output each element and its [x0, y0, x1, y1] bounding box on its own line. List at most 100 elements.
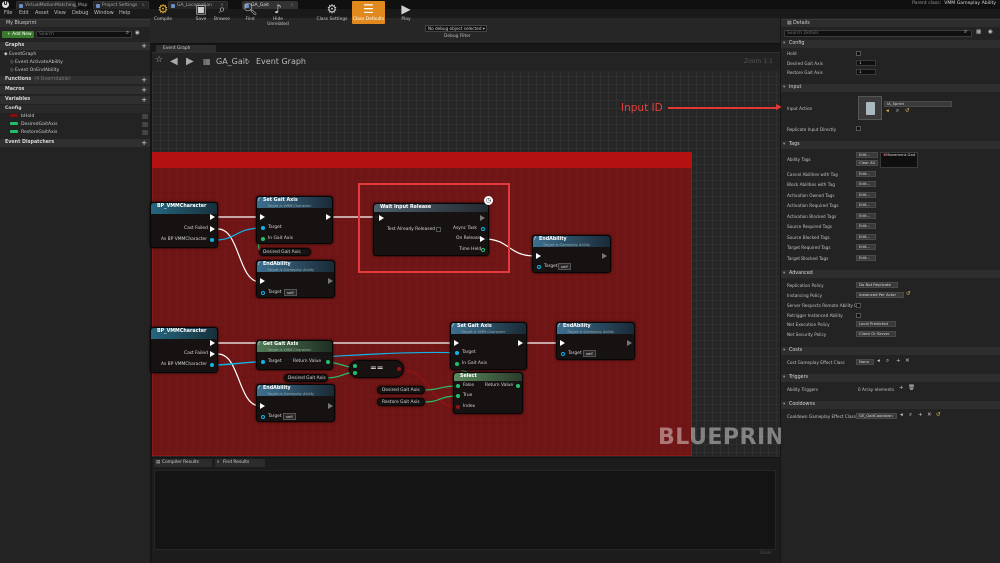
section-triggers[interactable]: Triggers: [781, 374, 1000, 382]
exec-pin[interactable]: [210, 351, 215, 357]
input-action-select[interactable]: IA_Sprint: [884, 101, 952, 107]
object-pin[interactable]: [261, 291, 265, 295]
section-input[interactable]: Input: [781, 84, 1000, 92]
browse-icon[interactable]: ⌕: [909, 412, 912, 419]
tag-edit-button[interactable]: Edit...: [856, 223, 876, 229]
float-pin[interactable]: [456, 394, 460, 398]
self-value[interactable]: self: [283, 413, 296, 420]
exec-wire: [217, 228, 261, 283]
exec-pin[interactable]: [210, 340, 215, 346]
details-search-input[interactable]: Search Details: [784, 30, 972, 37]
section-config[interactable]: Config: [781, 40, 1000, 48]
reset-icon[interactable]: ↺: [906, 291, 911, 297]
reset-icon[interactable]: ↺: [905, 108, 910, 114]
instancing-policy-select[interactable]: Instanced Per Actor: [856, 292, 904, 298]
exec-pin[interactable]: [328, 278, 333, 284]
tag-edit-button[interactable]: Edit...: [856, 181, 876, 187]
ability-tags-clear-all-button[interactable]: Clear All: [856, 160, 878, 166]
tag-edit-button[interactable]: Edit...: [856, 244, 876, 250]
float-pin[interactable]: [326, 360, 330, 364]
replicate-input-checkbox[interactable]: [856, 126, 861, 131]
object-pin[interactable]: [455, 351, 459, 355]
grid-view-icon[interactable]: ▦: [976, 29, 981, 35]
exec-pin[interactable]: [260, 403, 265, 409]
bool-pin[interactable]: [456, 405, 460, 409]
object-pin[interactable]: [261, 360, 265, 364]
delete-icon[interactable]: 🗑︎: [908, 385, 915, 391]
exec-pin[interactable]: [326, 214, 331, 220]
tag-edit-button[interactable]: Edit...: [856, 255, 876, 261]
use-selected-icon[interactable]: ◂: [886, 108, 889, 114]
exec-pin[interactable]: [260, 278, 265, 284]
self-value[interactable]: self: [583, 350, 596, 357]
tag-edit-button[interactable]: Edit...: [856, 234, 876, 240]
tag-edit-button[interactable]: Edit...: [856, 171, 876, 177]
eye-icon[interactable]: ◉: [988, 29, 993, 35]
browse-icon[interactable]: ⌕: [896, 108, 899, 115]
exec-pin[interactable]: [454, 340, 459, 346]
tag-edit-button[interactable]: Edit...: [856, 192, 876, 198]
find-results-tab[interactable]: ⌕ Find Results: [215, 459, 265, 467]
float-pin[interactable]: [353, 371, 357, 375]
section-tags[interactable]: Tags: [781, 141, 1000, 149]
object-pin[interactable]: [561, 352, 565, 356]
exec-pin[interactable]: [602, 253, 607, 259]
hold-checkbox[interactable]: [856, 51, 861, 56]
self-value[interactable]: self: [284, 289, 297, 296]
exec-pin[interactable]: [560, 340, 565, 346]
exec-pin[interactable]: [328, 403, 333, 409]
add-icon[interactable]: +: [918, 412, 923, 418]
variable-get-node[interactable]: Desired Gait Axis: [259, 248, 311, 256]
variable-get-node[interactable]: Desired Gait Axis: [284, 374, 328, 382]
bool-pin[interactable]: [397, 367, 401, 371]
variable-get-node[interactable]: Restore Gait Axis: [377, 398, 425, 406]
float-pin[interactable]: [516, 384, 520, 388]
use-selected-icon[interactable]: ◂: [900, 412, 903, 418]
exec-pin[interactable]: [518, 340, 523, 346]
compiler-results-tab[interactable]: ▤ Compiler Results: [154, 459, 212, 467]
replication-policy-select[interactable]: Do Not Replicate: [856, 282, 898, 288]
prop-tag-row: Source Required Tags: [787, 224, 832, 229]
clear-button[interactable]: Clear: [760, 551, 771, 556]
tag-edit-button[interactable]: Edit...: [856, 213, 876, 219]
float-pin[interactable]: [353, 364, 357, 368]
use-selected-icon[interactable]: ◂: [877, 358, 880, 364]
float-pin[interactable]: [261, 237, 265, 241]
variable-get-node[interactable]: Desired Gait Axis: [377, 386, 425, 394]
float-pin[interactable]: [455, 362, 459, 366]
input-action-thumbnail[interactable]: [858, 96, 882, 120]
object-pin[interactable]: [261, 226, 265, 230]
restore-gait-axis-field[interactable]: 1: [856, 69, 876, 75]
float-pin[interactable]: [456, 384, 460, 388]
section-cooldowns[interactable]: Cooldowns: [781, 401, 1000, 409]
tag-edit-button[interactable]: Edit...: [856, 202, 876, 208]
net-execution-select[interactable]: Local Predicted: [856, 321, 896, 327]
ability-tags-edit-button[interactable]: Edit...: [856, 152, 878, 158]
desired-gait-axis-field[interactable]: 1: [856, 60, 876, 66]
cooldown-effect-select[interactable]: GE_GaitCooldown: [856, 413, 897, 419]
object-pin[interactable]: [537, 265, 541, 269]
reset-icon[interactable]: ↺: [936, 412, 941, 418]
exec-pin[interactable]: [627, 340, 632, 346]
clear-icon[interactable]: ✕: [905, 358, 910, 364]
server-respects-checkbox[interactable]: [856, 303, 861, 308]
exec-pin[interactable]: [210, 226, 215, 232]
browse-icon[interactable]: ⌕: [886, 358, 889, 365]
net-security-select[interactable]: Client Or Server: [856, 331, 896, 337]
details-tab[interactable]: ▤ Details: [781, 19, 1000, 27]
section-advanced[interactable]: Advanced: [781, 270, 1000, 278]
self-value[interactable]: self: [558, 263, 571, 270]
add-icon[interactable]: +: [896, 358, 901, 364]
cost-effect-select[interactable]: None: [856, 359, 874, 365]
add-element-icon[interactable]: +: [899, 385, 904, 391]
exec-pin[interactable]: [536, 253, 541, 259]
exec-pin[interactable]: [260, 214, 265, 220]
exec-pin[interactable]: [210, 214, 215, 220]
object-pin[interactable]: [261, 415, 265, 419]
retrigger-checkbox[interactable]: [856, 313, 861, 318]
clear-icon[interactable]: ✕: [927, 412, 932, 418]
object-pin[interactable]: [210, 238, 214, 242]
section-costs[interactable]: Costs: [781, 347, 1000, 355]
get-gait-axis-node[interactable]: f Get Gait Axis Target is VMM Character: [256, 340, 333, 370]
object-pin[interactable]: [210, 363, 214, 367]
